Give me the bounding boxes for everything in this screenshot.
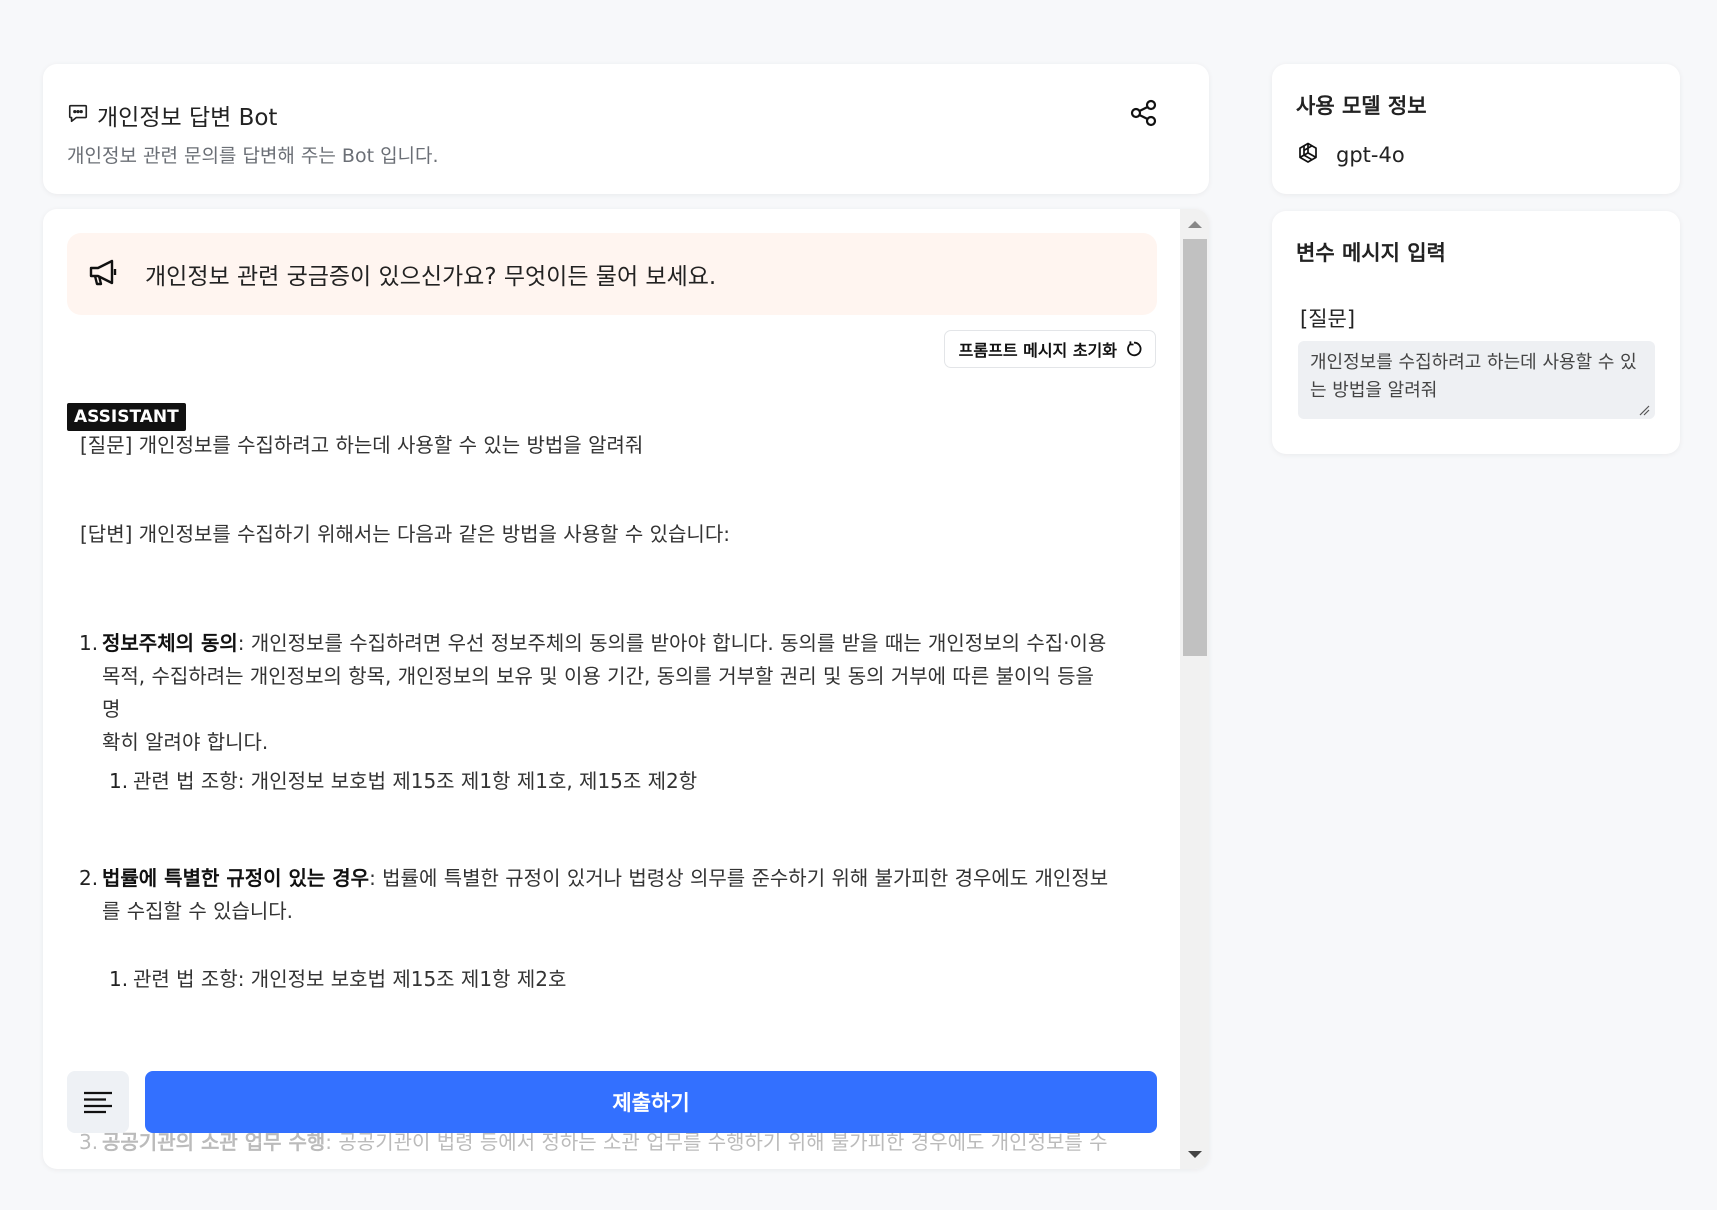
submit-button[interactable]: 제출하기 bbox=[145, 1071, 1157, 1133]
list-item-number: 3. bbox=[79, 1130, 99, 1154]
chat-scrollbar[interactable] bbox=[1180, 209, 1209, 1169]
bot-title: 개인정보 답변 Bot bbox=[97, 105, 278, 131]
assistant-role-badge: ASSISTANT bbox=[67, 403, 186, 431]
scroll-down-arrow-icon[interactable] bbox=[1188, 1151, 1202, 1158]
reset-prompt-button[interactable]: 프롬프트 메시지 초기화 bbox=[943, 330, 1156, 368]
model-name: gpt-4o bbox=[1336, 143, 1405, 167]
list-item-text: : 공공기관이 법령 등에서 정하는 소관 업무를 수행하기 위해 불가피한 경… bbox=[325, 1130, 1108, 1154]
list-item-title: 법률에 특별한 규정이 있는 경우 bbox=[102, 866, 370, 890]
model-info-title: 사용 모델 정보 bbox=[1296, 94, 1427, 118]
bot-header-card: 개인정보 답변 Bot 개인정보 관련 문의를 답변해 주는 Bot 입니다. bbox=[43, 64, 1209, 194]
sub-item-number: 1. bbox=[109, 967, 129, 991]
answer-intro: [답변] 개인정보를 수집하기 위해서는 다음과 같은 방법을 사용할 수 있습… bbox=[80, 522, 730, 546]
list-item-number: 1. bbox=[79, 631, 99, 655]
menu-lines-icon bbox=[84, 1091, 112, 1114]
list-item-body: 법률에 특별한 규정이 있는 경우: 법률에 특별한 규정이 있거나 법령상 의… bbox=[102, 862, 1112, 928]
sub-item-number: 1. bbox=[109, 769, 129, 793]
resize-handle-icon[interactable] bbox=[1638, 404, 1650, 416]
chat-bubble-icon bbox=[67, 102, 89, 128]
megaphone-icon bbox=[87, 257, 121, 291]
menu-button[interactable] bbox=[67, 1071, 129, 1133]
notice-text: 개인정보 관련 궁금증이 있으신가요? 무엇이든 물어 보세요. bbox=[145, 264, 717, 290]
model-info-card: 사용 모델 정보 gpt-4o bbox=[1272, 64, 1680, 194]
list-item-body: 정보주체의 동의: 개인정보를 수집하려면 우선 정보주체의 동의를 받아야 합… bbox=[102, 627, 1112, 759]
bot-subtitle: 개인정보 관련 문의를 답변해 주는 Bot 입니다. bbox=[67, 145, 439, 167]
share-button[interactable] bbox=[1129, 98, 1159, 128]
scroll-up-arrow-icon[interactable] bbox=[1188, 221, 1202, 228]
list-item-text: : 법률에 특별한 규정이 있거나 법령상 의무를 준수하기 위해 불가피한 경… bbox=[369, 866, 1109, 890]
list-item-text: 목적, 수집하려는 개인정보의 항목, 개인정보의 보유 및 이용 기간, 동의… bbox=[102, 664, 1094, 721]
sub-item-text: 관련 법 조항: 개인정보 보호법 제15조 제1항 제1호, 제15조 제2항 bbox=[133, 769, 698, 793]
reset-prompt-label: 프롬프트 메시지 초기화 bbox=[958, 341, 1117, 360]
variable-label: [질문] bbox=[1300, 307, 1356, 331]
bot-title-row: 개인정보 답변 Bot bbox=[67, 98, 277, 132]
notice-banner: 개인정보 관련 궁금증이 있으신가요? 무엇이든 물어 보세요. bbox=[67, 233, 1157, 315]
list-item-title: 공공기관의 소관 업무 수행 bbox=[102, 1130, 326, 1154]
share-icon bbox=[1130, 99, 1157, 127]
variable-input-title: 변수 메시지 입력 bbox=[1296, 241, 1446, 265]
list-item-title: 정보주체의 동의 bbox=[102, 631, 238, 655]
model-row: gpt-4o bbox=[1296, 141, 1405, 169]
scroll-thumb[interactable] bbox=[1183, 239, 1207, 656]
chat-scroll-area[interactable]: 개인정보 관련 궁금증이 있으신가요? 무엇이든 물어 보세요. 프롬프트 메시… bbox=[43, 209, 1180, 1169]
list-item-text: : 개인정보를 수집하려면 우선 정보주체의 동의를 받아야 합니다. 동의를 … bbox=[237, 631, 1107, 655]
list-item-number: 2. bbox=[79, 866, 99, 890]
question-line: [질문] 개인정보를 수집하려고 하는데 사용할 수 있는 방법을 알려줘 bbox=[80, 433, 644, 457]
sub-item-text: 관련 법 조항: 개인정보 보호법 제15조 제1항 제2호 bbox=[133, 967, 567, 991]
chat-panel: 개인정보 관련 궁금증이 있으신가요? 무엇이든 물어 보세요. 프롬프트 메시… bbox=[43, 209, 1209, 1169]
list-item-text: 확히 알려야 합니다. bbox=[102, 730, 269, 754]
refresh-icon bbox=[1127, 341, 1142, 357]
variable-input-card: 변수 메시지 입력 [질문] 개인정보를 수집하려고 하는데 사용할 수 있는 … bbox=[1272, 211, 1680, 454]
list-item-text: 를 수집할 수 있습니다. bbox=[102, 899, 294, 923]
openai-logo-icon bbox=[1296, 141, 1320, 169]
question-variable-input[interactable]: 개인정보를 수집하려고 하는데 사용할 수 있는 방법을 알려줘 bbox=[1298, 341, 1655, 419]
